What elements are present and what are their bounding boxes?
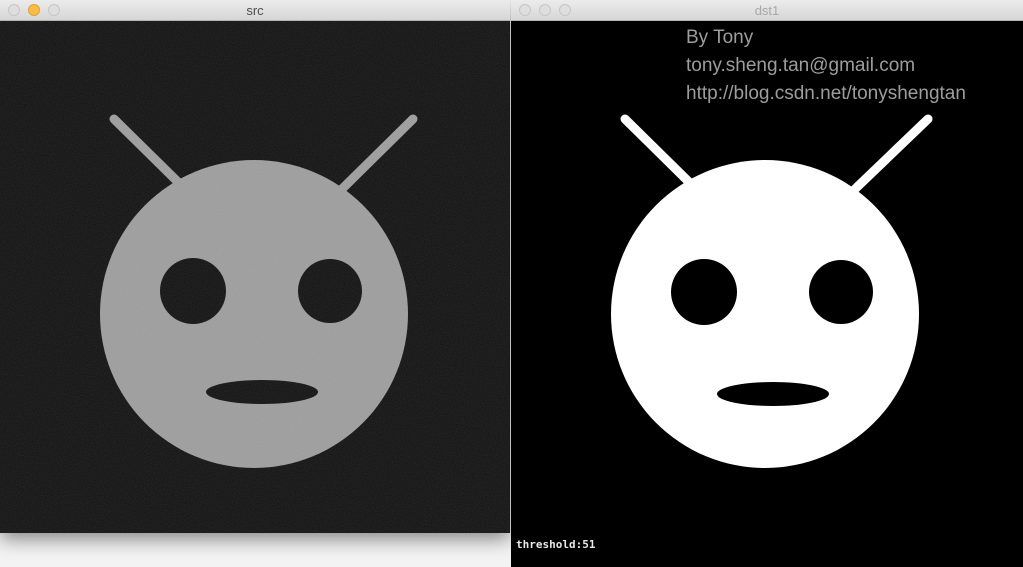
- window-title: src: [246, 3, 264, 18]
- overlay-email: tony.sheng.tan@gmail.com: [686, 55, 916, 76]
- dst1-titlebar[interactable]: dst1: [511, 0, 1023, 21]
- overlay-url: http://blog.csdn.net/tonyshengtan: [686, 83, 966, 104]
- status-bar: threshold:51: [511, 533, 1023, 567]
- mouth: [717, 382, 829, 406]
- head: [611, 160, 919, 468]
- author-overlay: By Tony tony.sheng.tan@gmail.com http://…: [686, 24, 966, 108]
- eye-right: [809, 260, 873, 324]
- threshold-status: threshold:51: [516, 538, 596, 551]
- src-window: src: [0, 0, 510, 533]
- src-image-svg: [0, 21, 510, 533]
- src-image: [0, 21, 510, 533]
- dst1-window: dst1 By Tony tony.sheng.tan@gmail.com ht…: [511, 0, 1023, 567]
- dst1-image: By Tony tony.sheng.tan@gmail.com http://…: [511, 21, 1023, 533]
- overlay-author: By Tony: [686, 27, 754, 48]
- src-titlebar[interactable]: src: [0, 0, 510, 21]
- src-noise: [0, 21, 510, 533]
- window-title: dst1: [754, 3, 780, 18]
- eye-left: [671, 259, 737, 325]
